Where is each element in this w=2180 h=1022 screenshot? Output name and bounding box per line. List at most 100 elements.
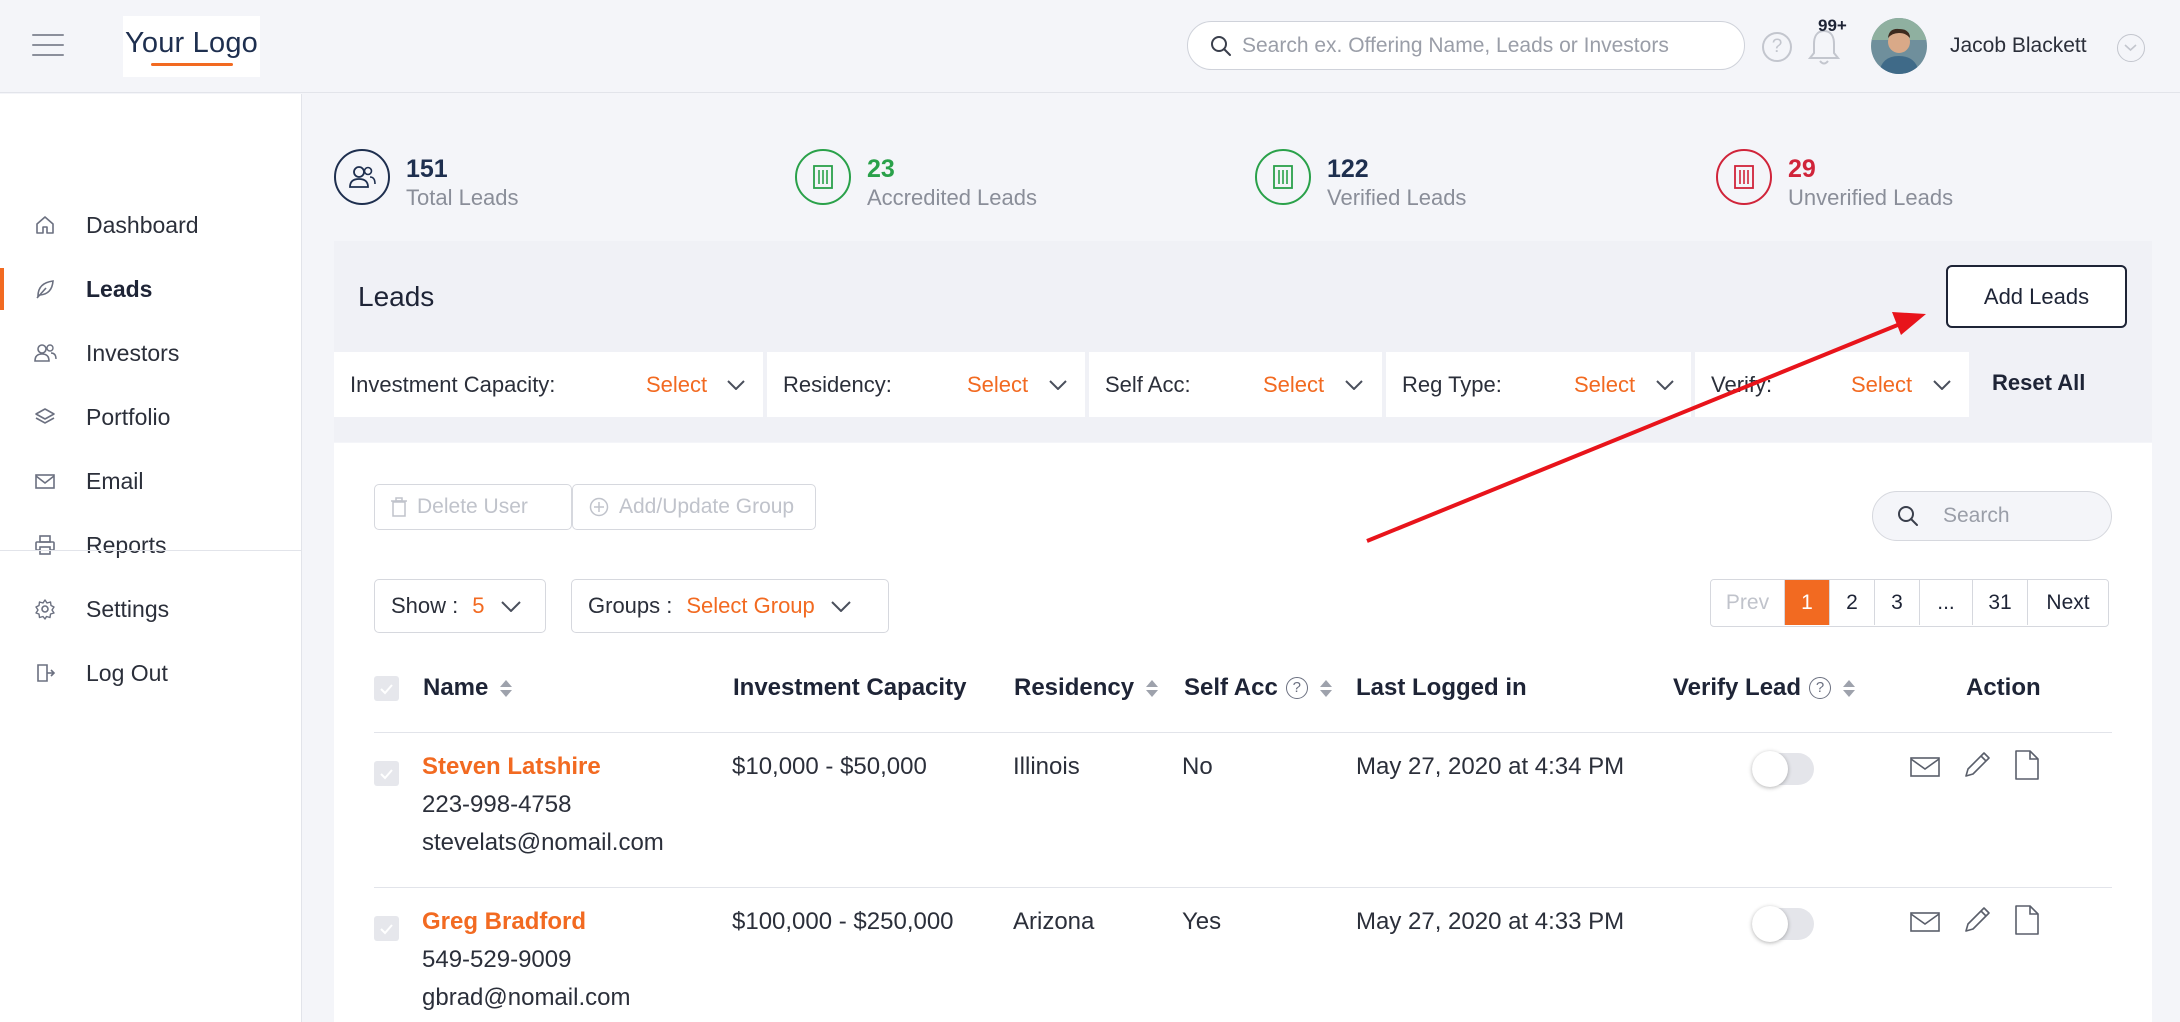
pencil-icon[interactable] [1960, 903, 1994, 937]
search-icon [1898, 506, 1918, 526]
sidebar-item-label: Investors [86, 339, 180, 366]
stat-count: 29 [1788, 155, 1816, 183]
chevron-down-icon [500, 600, 521, 612]
column-header-label: Verify Lead [1673, 674, 1802, 701]
avatar[interactable] [1871, 18, 1927, 74]
lead-investment-capacity: $10,000 - $50,000 [732, 753, 927, 780]
users-icon [334, 149, 390, 205]
sidebar-item-label: Log Out [86, 659, 168, 686]
leaf-icon [33, 277, 57, 301]
sidebar-item-reports[interactable]: Reports [0, 520, 302, 570]
column-header-verify-lead[interactable]: Verify Lead ? [1673, 674, 1856, 702]
filter-label: Verify: [1711, 371, 1773, 397]
layers-icon [33, 405, 57, 429]
delete-user-button[interactable]: Delete User [374, 484, 572, 530]
row-checkbox[interactable] [374, 916, 399, 941]
lead-last-logged-in: May 27, 2020 at 4:33 PM [1356, 908, 1625, 935]
user-name[interactable]: Jacob Blackett [1950, 34, 2087, 58]
building-icon [795, 149, 851, 205]
stat-label: Total Leads [406, 185, 519, 210]
show-select[interactable]: Show : 5 [374, 579, 546, 633]
show-label: Show : [391, 593, 459, 618]
verify-lead-toggle[interactable] [1752, 751, 1814, 787]
filter-value: Select [1574, 371, 1636, 397]
stat-count: 151 [406, 155, 448, 183]
filter-value: Select [646, 371, 708, 397]
add-leads-button[interactable]: Add Leads [1946, 265, 2127, 328]
reset-all-button[interactable]: Reset All [1992, 370, 2085, 396]
column-header-residency[interactable]: Residency [1014, 674, 1159, 702]
groups-select[interactable]: Groups : Select Group [571, 579, 889, 633]
hamburger-menu-icon[interactable] [32, 34, 64, 58]
sort-icon[interactable] [1319, 679, 1332, 697]
document-icon[interactable] [2010, 903, 2044, 937]
column-header-self-acc[interactable]: Self Acc ? [1184, 674, 1332, 702]
filter-value: Select [967, 371, 1029, 397]
chevron-down-icon [1933, 379, 1951, 390]
column-header-label: Last Logged in [1356, 674, 1527, 701]
question-circle-icon[interactable]: ? [1285, 677, 1308, 699]
sidebar-item-portfolio[interactable]: Portfolio [0, 392, 302, 442]
add-update-group-button[interactable]: Add/Update Group [572, 484, 816, 530]
sidebar-divider [0, 550, 302, 551]
lead-name[interactable]: Steven Latshire [422, 753, 601, 781]
notification-badge: 99+ [1818, 16, 1847, 35]
filter-self-acc[interactable]: Self Acc: Select [1089, 352, 1382, 417]
sort-icon[interactable] [1843, 679, 1856, 697]
sidebar: Dashboard Leads Investors Portfolio Emai… [0, 94, 302, 1022]
logo[interactable]: Your Logo [123, 16, 260, 77]
chevron-down-icon [1345, 379, 1363, 390]
pagination-page-3[interactable]: 3 [1875, 580, 1920, 625]
filter-residency[interactable]: Residency: Select [767, 352, 1085, 417]
lead-self-acc: Yes [1182, 908, 1222, 935]
column-header-label: Residency [1014, 674, 1135, 701]
question-circle-icon[interactable]: ? [1809, 677, 1832, 699]
sort-icon[interactable] [1146, 679, 1159, 697]
pencil-icon[interactable] [1960, 748, 1994, 782]
envelope-icon[interactable] [1908, 905, 1942, 939]
filter-investment-capacity[interactable]: Investment Capacity: Select [334, 352, 763, 417]
sidebar-item-investors[interactable]: Investors [0, 328, 302, 378]
building-icon [1255, 149, 1311, 205]
filter-verify[interactable]: Verify: Select [1695, 352, 1969, 417]
global-search[interactable] [1187, 21, 1745, 70]
document-icon[interactable] [2010, 748, 2044, 782]
trash-icon [391, 497, 407, 517]
column-header-label: Self Acc [1184, 674, 1278, 701]
select-all-checkbox[interactable] [374, 676, 399, 701]
pagination-ellipsis[interactable]: ... [1920, 580, 1973, 625]
sort-icon[interactable] [500, 679, 513, 697]
add-update-group-label: Add/Update Group [619, 495, 795, 518]
sidebar-item-label: Leads [86, 275, 153, 302]
pagination-prev[interactable]: Prev [1711, 580, 1785, 625]
sidebar-item-email[interactable]: Email [0, 456, 302, 506]
sidebar-item-leads[interactable]: Leads [0, 264, 302, 314]
lead-investment-capacity: $100,000 - $250,000 [732, 908, 954, 935]
question-circle-icon[interactable]: ? [1762, 32, 1792, 62]
table-search-input[interactable] [1943, 504, 2093, 528]
sidebar-item-dashboard[interactable]: Dashboard [0, 200, 302, 250]
logo-text: Your Logo [125, 27, 258, 59]
envelope-icon[interactable] [1908, 750, 1942, 784]
filter-label: Residency: [783, 371, 892, 397]
lead-name[interactable]: Greg Bradford [422, 908, 586, 936]
sidebar-item-label: Dashboard [86, 211, 199, 238]
stat-label: Unverified Leads [1788, 185, 1954, 210]
global-search-input[interactable] [1242, 33, 1702, 58]
row-checkbox[interactable] [374, 761, 399, 786]
groups-label: Groups : [588, 593, 673, 618]
verify-lead-toggle[interactable] [1752, 906, 1814, 942]
column-header-name[interactable]: Name [423, 674, 513, 702]
pagination-page-1[interactable]: 1 [1785, 580, 1830, 625]
envelope-icon [33, 469, 57, 493]
chevron-down-icon[interactable] [2117, 34, 2145, 62]
filter-reg-type[interactable]: Reg Type: Select [1386, 352, 1691, 417]
pagination-page-31[interactable]: 31 [1973, 580, 2028, 625]
gear-icon [33, 597, 57, 621]
table-search[interactable] [1872, 491, 2112, 541]
sidebar-item-logout[interactable]: Log Out [0, 648, 302, 698]
sidebar-item-label: Reports [86, 531, 167, 558]
sidebar-item-settings[interactable]: Settings [0, 584, 302, 634]
pagination-next[interactable]: Next [2028, 580, 2108, 625]
pagination-page-2[interactable]: 2 [1830, 580, 1875, 625]
